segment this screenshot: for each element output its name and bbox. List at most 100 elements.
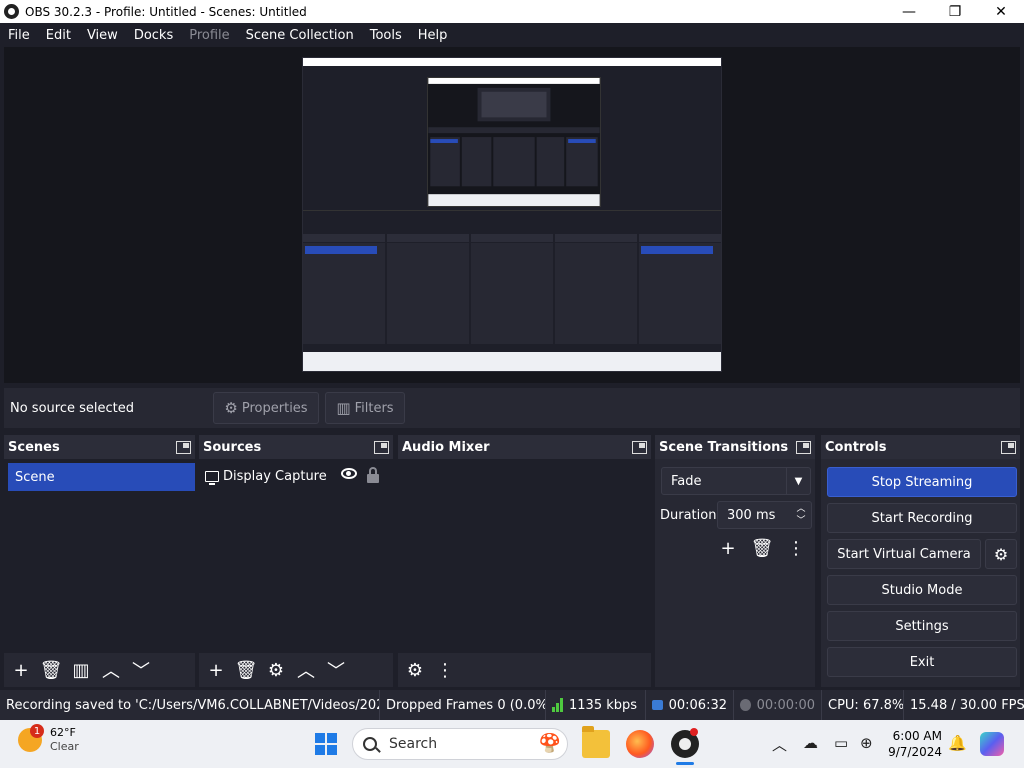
undock-icon[interactable]	[632, 440, 647, 454]
virtual-camera-settings-gear-icon[interactable]: ⚙	[985, 539, 1017, 569]
maximize-button[interactable]: ❐	[932, 0, 978, 23]
start-recording-button[interactable]: Start Recording	[827, 503, 1017, 533]
firefox-icon[interactable]	[626, 730, 654, 758]
menu-edit[interactable]: Edit	[38, 28, 79, 43]
recording-indicator-icon	[690, 728, 698, 736]
preview-mirror-scenes-dock	[303, 234, 385, 344]
menu-file[interactable]: File	[0, 28, 38, 43]
scene-filters-icon[interactable]: ▥	[68, 657, 94, 683]
weather-widget[interactable]: 1 62°F Clear	[18, 724, 79, 754]
controls-dock-header: Controls	[821, 435, 1020, 459]
visibility-eye-icon[interactable]	[341, 468, 357, 479]
active-app-indicator	[676, 762, 694, 765]
display-icon[interactable]: ▭	[834, 734, 848, 752]
filters-button[interactable]: ▥ Filters	[325, 392, 405, 424]
studio-mode-button[interactable]: Studio Mode	[827, 575, 1017, 605]
scene-transitions-dock-header: Scene Transitions	[655, 435, 815, 459]
preview-mirror-sources-dock	[387, 234, 469, 344]
chevron-up-icon[interactable]: ︿	[772, 734, 787, 755]
stream-time-cell: 00:06:32	[646, 690, 734, 720]
windows-start-icon[interactable]	[315, 733, 337, 755]
undock-icon[interactable]	[176, 440, 191, 454]
menu-tools[interactable]: Tools	[362, 28, 410, 43]
menu-scene-collection[interactable]: Scene Collection	[238, 28, 362, 43]
minimize-button[interactable]: —	[886, 0, 932, 23]
record-time-cell: 00:00:00	[734, 690, 822, 720]
transition-select[interactable]: Fade ▼	[661, 467, 811, 495]
undock-icon[interactable]	[374, 440, 389, 454]
undock-icon[interactable]	[1001, 440, 1016, 454]
move-up-icon[interactable]: ︿	[293, 657, 319, 683]
move-down-icon[interactable]: ﹀	[323, 657, 349, 683]
taskbar-search-box[interactable]: Search 🍄	[352, 728, 568, 760]
sun-weather-icon: 1	[18, 724, 44, 752]
menu-docks[interactable]: Docks	[126, 28, 181, 43]
copilot-icon[interactable]	[980, 732, 1004, 756]
more-options-icon[interactable]: ⋮	[432, 657, 458, 683]
move-down-icon[interactable]: ﹀	[128, 657, 154, 683]
stop-streaming-button[interactable]: Stop Streaming	[827, 467, 1017, 497]
cloud-offline-icon[interactable]: ☁	[803, 734, 818, 752]
audio-mixer-dock-header: Audio Mixer	[398, 435, 651, 459]
menu-help[interactable]: Help	[410, 28, 456, 43]
preview-mirror-taskbar	[303, 352, 721, 371]
trash-icon[interactable]: 🗑	[38, 657, 64, 683]
lock-icon[interactable]	[367, 467, 379, 483]
properties-button[interactable]: ⚙ Properties	[213, 392, 319, 424]
close-button[interactable]: ✕	[978, 0, 1024, 23]
duration-spinbox[interactable]: 300 ms ︿ ﹀	[717, 501, 812, 529]
preview-recursive-image	[428, 78, 600, 206]
preview-mirror-menubar	[303, 66, 721, 74]
menu-profile[interactable]: Profile	[181, 28, 237, 43]
bell-icon[interactable]: 🔔	[948, 734, 967, 752]
move-up-icon[interactable]: ︿	[98, 657, 124, 683]
obs-logo-icon	[4, 4, 19, 19]
sources-dock-title: Sources	[203, 439, 262, 455]
bitrate-value: 1135 kbps	[569, 697, 638, 713]
add-transition-icon[interactable]: +	[715, 535, 741, 561]
trash-icon[interactable]: 🗑	[749, 535, 775, 561]
controls-dock: Controls Stop Streaming Start Recording …	[821, 435, 1020, 687]
exit-button[interactable]: Exit	[827, 647, 1017, 677]
controls-dock-title: Controls	[825, 439, 887, 455]
chevron-down-icon[interactable]: ﹀	[796, 515, 805, 527]
chevron-up-icon[interactable]: ︿	[796, 503, 805, 515]
menu-view[interactable]: View	[79, 28, 126, 43]
trash-icon[interactable]: 🗑	[233, 657, 259, 683]
source-properties-gear-icon[interactable]: ⚙	[263, 657, 289, 683]
scenes-dock-header: Scenes	[4, 435, 195, 459]
scene-item[interactable]: Scene	[8, 463, 195, 491]
search-highlight-icon: 🍄	[538, 733, 561, 754]
properties-label: Properties	[241, 400, 308, 416]
weather-condition: Clear	[50, 740, 79, 753]
preview-mirror-sourcebar	[303, 210, 721, 222]
audio-mixer-body	[398, 459, 651, 653]
streaming-icon	[652, 700, 663, 710]
source-item[interactable]: Display Capture	[205, 465, 385, 487]
windows-taskbar: 1 62°F Clear Search 🍄 ︿ ☁ ▭ ⊕ 6:00 AM 9/…	[0, 720, 1024, 768]
preview-canvas[interactable]	[302, 57, 722, 372]
add-source-icon[interactable]: +	[203, 657, 229, 683]
spin-arrows[interactable]: ︿ ﹀	[791, 502, 811, 528]
sources-list[interactable]: Display Capture	[199, 459, 393, 653]
clock-time: 6:00 AM	[892, 729, 942, 743]
system-clock[interactable]: 6:00 AM 9/7/2024	[886, 728, 942, 760]
undock-icon[interactable]	[796, 440, 811, 454]
settings-button[interactable]: Settings	[827, 611, 1017, 641]
clock-date: 9/7/2024	[888, 745, 942, 759]
scenes-toolbar: + 🗑 ▥ ︿ ﹀	[4, 653, 195, 687]
advanced-audio-gear-icon[interactable]: ⚙	[402, 657, 428, 683]
add-scene-icon[interactable]: +	[8, 657, 34, 683]
source-item-label: Display Capture	[223, 468, 327, 484]
signal-bars-icon	[552, 698, 563, 712]
network-icon[interactable]: ⊕	[860, 734, 873, 752]
transition-selected-label: Fade	[671, 473, 702, 489]
recording-saved-message: Recording saved to 'C:/Users/VM6.COLLABN…	[0, 690, 380, 720]
bitrate-cell: 1135 kbps	[546, 690, 646, 720]
start-virtual-camera-button[interactable]: Start Virtual Camera	[827, 539, 981, 569]
file-explorer-icon[interactable]	[582, 726, 610, 758]
scenes-list[interactable]: Scene	[4, 459, 195, 653]
scenes-dock: Scenes Scene + 🗑 ▥ ︿ ﹀	[4, 435, 195, 687]
more-options-icon[interactable]: ⋮	[783, 535, 809, 561]
preview-mirror-titlebar	[303, 58, 721, 66]
